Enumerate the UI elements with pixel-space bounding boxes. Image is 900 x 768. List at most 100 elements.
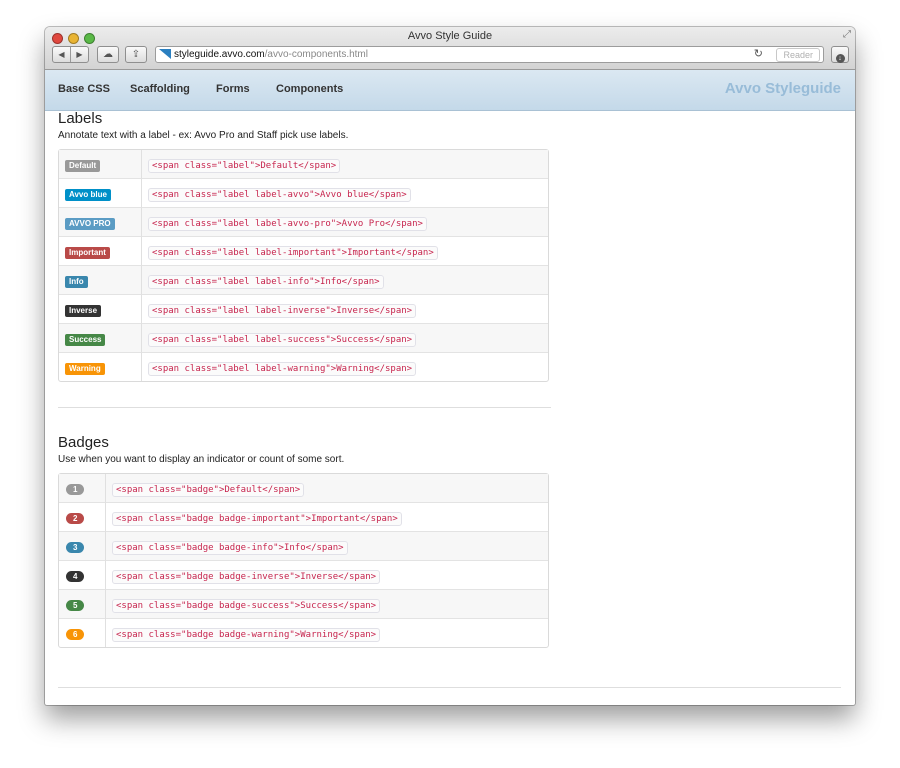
forward-arrow-icon[interactable]: ▶ (71, 47, 88, 62)
table-row: AVVO PRO <span class="label label-avvo-pr… (59, 207, 548, 236)
code-snippet: <span class="label label-avvo-pro">Avvo … (148, 217, 427, 231)
code-snippet: <span class="label label-info">Info</spa… (148, 275, 384, 289)
badges-table: 1 <span class="badge">Default</span> 2 <spa… (58, 473, 549, 648)
code-cell: <span class="label label-important">Impo… (142, 236, 548, 265)
code-snippet: <span class="label">Default</span> (148, 159, 341, 173)
badge-sample: 6 (66, 629, 85, 640)
badges-heading: Badges (58, 434, 109, 451)
code-snippet: <span class="badge badge-info">Info</spa… (112, 541, 348, 555)
code-snippet: <span class="label label-inverse">Invers… (148, 304, 417, 318)
example-cell: Warning (59, 352, 142, 381)
icloud-tabs-button[interactable]: ☁ (97, 46, 119, 63)
code-cell: <span class="label label-info">Info</spa… (142, 265, 548, 294)
share-button[interactable]: ⇪ (125, 46, 147, 63)
code-snippet: <span class="label label-warning">Warnin… (148, 362, 417, 376)
download-icon: ↓ (835, 54, 845, 63)
main-content: Labels Annotate text with a label - ex: … (58, 110, 841, 688)
label-sample: Avvo blue (65, 189, 111, 201)
favicon-icon (159, 49, 171, 59)
label-sample: Warning (65, 363, 105, 375)
code-snippet: <span class="label label-important">Impo… (148, 246, 438, 260)
table-row: 2 <span class="badge badge-important">Imp… (59, 502, 548, 531)
code-snippet: <span class="badge badge-inverse">Invers… (112, 570, 381, 584)
code-cell: <span class="label label-inverse">Invers… (142, 294, 548, 323)
example-cell: Avvo blue (59, 178, 142, 207)
example-cell: 5 (59, 589, 106, 618)
labels-description: Annotate text with a label - ex: Avvo Pr… (58, 130, 349, 141)
code-cell: <span class="badge badge-info">Info</spa… (106, 531, 548, 560)
table-row: Success <span class="label label-success"… (59, 323, 548, 352)
code-snippet: <span class="label label-avvo">Avvo blue… (148, 188, 411, 202)
example-cell: Success (59, 323, 142, 352)
nav-components[interactable]: Components (276, 83, 343, 95)
example-cell: Inverse (59, 294, 142, 323)
code-snippet: <span class="badge badge-important">Impo… (112, 512, 402, 526)
badge-sample: 2 (66, 513, 85, 524)
labels-heading: Labels (58, 110, 103, 127)
label-sample: AVVO PRO (65, 218, 115, 230)
table-row: Info <span class="label label-info">Info<… (59, 265, 548, 294)
code-cell: <span class="label label-avvo-pro">Avvo … (142, 207, 548, 236)
example-cell: 1 (59, 474, 106, 502)
code-snippet: <span class="badge badge-warning">Warnin… (112, 628, 381, 642)
reader-button[interactable]: Reader (776, 48, 820, 62)
label-sample: Important (65, 247, 110, 259)
code-snippet: <span class="badge">Default</span> (112, 483, 305, 497)
fullscreen-icon[interactable]: ⤢ (843, 29, 851, 40)
address-bar[interactable]: styleguide.avvo.com/avvo-components.html… (155, 46, 824, 63)
code-snippet: <span class="badge badge-success">Succes… (112, 599, 381, 613)
badge-sample: 5 (66, 600, 85, 611)
share-icon: ⇪ (131, 49, 141, 60)
badge-sample: 4 (66, 571, 85, 582)
code-cell: <span class="badge badge-success">Succes… (106, 589, 548, 618)
nav-forms[interactable]: Forms (216, 83, 250, 95)
labels-table: Default <span class="label">Default</span… (58, 149, 549, 382)
back-arrow-icon[interactable]: ◀ (53, 47, 71, 62)
code-cell: <span class="label label-avvo">Avvo blue… (142, 178, 548, 207)
table-row: Inverse <span class="label label-inverse"… (59, 294, 548, 323)
page-divider (58, 687, 841, 688)
badge-sample: 3 (66, 542, 85, 553)
nav-scaffolding[interactable]: Scaffolding (130, 83, 190, 95)
nav-base-css[interactable]: Base CSS (58, 83, 110, 95)
table-row: Warning <span class="label label-warning"… (59, 352, 548, 381)
example-cell: 4 (59, 560, 106, 589)
example-cell: AVVO PRO (59, 207, 142, 236)
code-snippet: <span class="label label-success">Succes… (148, 333, 417, 347)
code-cell: <span class="label label-success">Succes… (142, 323, 548, 352)
site-navbar: Base CSS Scaffolding Forms Components Av… (45, 70, 855, 111)
section-divider (58, 407, 551, 408)
table-row: Avvo blue <span class="label label-avvo">… (59, 178, 548, 207)
badge-sample: 1 (66, 484, 85, 495)
code-cell: <span class="badge badge-inverse">Invers… (106, 560, 548, 589)
back-forward-buttons: ◀ ▶ (52, 46, 89, 63)
label-sample: Default (65, 160, 101, 172)
example-cell: Info (59, 265, 142, 294)
label-sample: Success (65, 334, 106, 346)
example-cell: Important (59, 236, 142, 265)
code-cell: <span class="badge badge-important">Impo… (106, 502, 548, 531)
badges-description: Use when you want to display an indicato… (58, 454, 345, 465)
browser-window: Avvo Style Guide ⤢ ◀ ▶ ☁ ⇪ styleguide.avv… (45, 27, 855, 705)
table-row: 1 <span class="badge">Default</span> (59, 474, 548, 502)
table-row: 3 <span class="badge badge-info">Info</sp… (59, 531, 548, 560)
browser-toolbar: Avvo Style Guide ⤢ ◀ ▶ ☁ ⇪ styleguide.avv… (45, 27, 855, 70)
example-cell: Default (59, 150, 142, 178)
code-cell: <span class="label">Default</span> (142, 150, 548, 178)
brand-link[interactable]: Avvo Styleguide (725, 80, 841, 97)
example-cell: 6 (59, 618, 106, 647)
table-row: 5 <span class="badge badge-success">Succe… (59, 589, 548, 618)
url-text: styleguide.avvo.com/avvo-components.html (174, 47, 368, 62)
example-cell: 2 (59, 502, 106, 531)
code-cell: <span class="badge badge-warning">Warnin… (106, 618, 548, 647)
downloads-button[interactable]: ↓ (831, 46, 849, 63)
label-sample: Inverse (65, 305, 102, 317)
cloud-icon: ☁ (103, 49, 113, 60)
table-row: Default <span class="label">Default</span… (59, 150, 548, 178)
window-title: Avvo Style Guide (407, 30, 493, 42)
reload-icon[interactable]: ↻ (754, 47, 763, 62)
code-cell: <span class="badge">Default</span> (106, 474, 548, 502)
url-host: styleguide.avvo.com (174, 49, 265, 60)
example-cell: 3 (59, 531, 106, 560)
table-row: 4 <span class="badge badge-inverse">Inver… (59, 560, 548, 589)
